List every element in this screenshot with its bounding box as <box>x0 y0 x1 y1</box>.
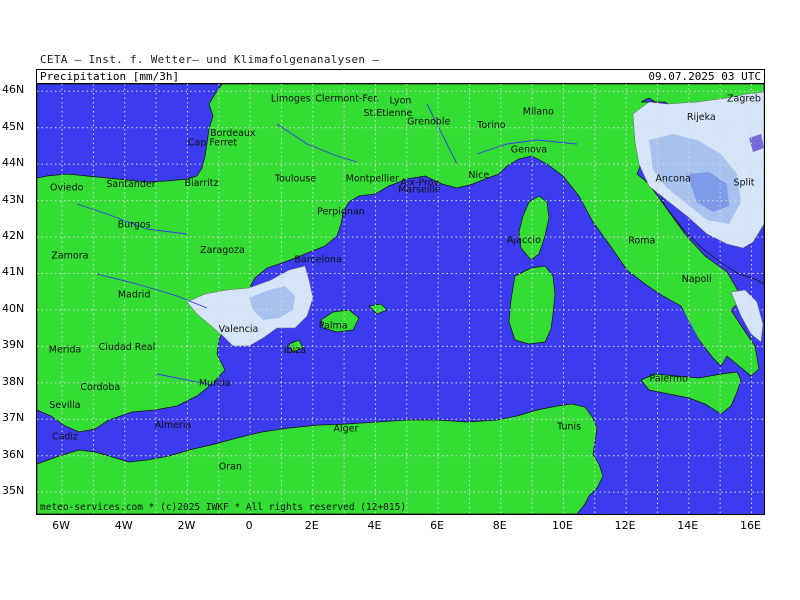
city-label: Zamora <box>51 250 88 261</box>
longitude-tick-label: 0 <box>245 519 253 532</box>
city-label: Milano <box>523 106 554 117</box>
longitude-tick-label: 12E <box>614 519 636 532</box>
city-label: Palma <box>319 321 348 332</box>
city-label: Montpellier <box>346 174 399 185</box>
city-label: Clermont-Fer. <box>315 94 379 105</box>
city-label: Perpignan <box>317 207 365 218</box>
city-label: Alger <box>334 423 359 434</box>
city-label: Barcelona <box>294 254 341 265</box>
longitude-tick-label: 4W <box>114 519 133 532</box>
city-label: Ancona <box>655 174 690 185</box>
longitude-tick-label: 6E <box>430 519 445 532</box>
city-label: Murcia <box>199 378 231 389</box>
city-label: St.Etienne <box>364 108 413 119</box>
latitude-tick-label: 42N <box>2 229 25 243</box>
latitude-tick-label: 36N <box>2 447 25 461</box>
city-label: Limoges <box>271 94 311 105</box>
longitude-tick-label: 6W <box>52 519 70 532</box>
city-label: Rijeka <box>687 112 716 123</box>
longitude-tick-label: 14E <box>677 519 699 532</box>
valid-datetime: 09.07.2025 03 UTC <box>648 70 761 83</box>
city-label: Ibiza <box>284 345 306 356</box>
city-label: Grenoble <box>407 117 450 128</box>
city-label: Genova <box>511 145 547 156</box>
city-label: Split <box>733 177 754 188</box>
bay-of-biscay <box>37 84 223 183</box>
city-label: Marseille <box>398 185 441 196</box>
city-label: Ciudad Real <box>99 342 156 353</box>
precipitation-map[interactable]: Clermont-Fer. Limoges Lyon Milano Zagreb Rije… <box>36 83 765 515</box>
city-label: Cap Ferret <box>188 137 238 148</box>
city-label: Tunis <box>556 422 581 433</box>
city-label: Valencia <box>219 324 259 335</box>
map-title-bar: Precipitation [mm/3h] 09.07.2025 03 UTC <box>36 69 765 83</box>
city-label: Almeria <box>155 420 192 431</box>
city-label: Oran <box>219 462 242 473</box>
latitude-tick-label: 41N <box>2 265 25 279</box>
longitude-tick-label: 8E <box>492 519 507 532</box>
latitude-tick-label: 39N <box>2 338 25 352</box>
city-label: Cadiz <box>52 431 78 442</box>
city-label: Oviedo <box>50 182 84 193</box>
city-label: Burgos <box>118 220 151 231</box>
latitude-tick-label: 37N <box>2 411 25 425</box>
city-label: Zaragoza <box>200 245 245 256</box>
city-label: Roma <box>628 236 655 247</box>
city-label: Santander <box>106 179 155 190</box>
city-label: Sevilla <box>49 400 80 411</box>
latitude-tick-label: 40N <box>2 301 25 315</box>
city-label: Toulouse <box>274 174 316 185</box>
city-label: Napoli <box>682 274 712 285</box>
city-label: Palermo <box>650 373 689 384</box>
copyright-credit: meteo-services.com * (c)2025 IWKF * All … <box>40 502 406 513</box>
longitude-tick-label: 4E <box>367 519 382 532</box>
latitude-tick-label: 38N <box>2 374 25 388</box>
institute-header: CETA – Inst. f. Wetter– und Klimafolgena… <box>40 53 380 66</box>
city-label: Madrid <box>118 290 151 301</box>
city-label: Biarritz <box>185 178 219 189</box>
city-label: Torino <box>476 120 506 131</box>
longitude-tick-label: 16E <box>739 519 761 532</box>
city-label: Ajaccio <box>507 235 541 246</box>
longitude-tick-label: 2W <box>177 519 196 532</box>
latitude-tick-label: 45N <box>2 119 25 133</box>
latitude-tick-label: 44N <box>2 156 25 170</box>
latitude-tick-label: 35N <box>2 484 25 498</box>
city-label: Cordoba <box>80 382 120 393</box>
variable-label: Precipitation [mm/3h] <box>40 70 180 83</box>
city-label: Nice <box>468 170 489 181</box>
longitude-tick-label: 2E <box>304 519 319 532</box>
city-label: Merida <box>49 344 81 355</box>
latitude-tick-label: 46N <box>2 83 25 97</box>
latitude-tick-label: 43N <box>2 192 25 206</box>
city-label: Zagreb <box>727 94 761 105</box>
city-label: Lyon <box>390 95 412 106</box>
longitude-tick-label: 10E <box>551 519 573 532</box>
